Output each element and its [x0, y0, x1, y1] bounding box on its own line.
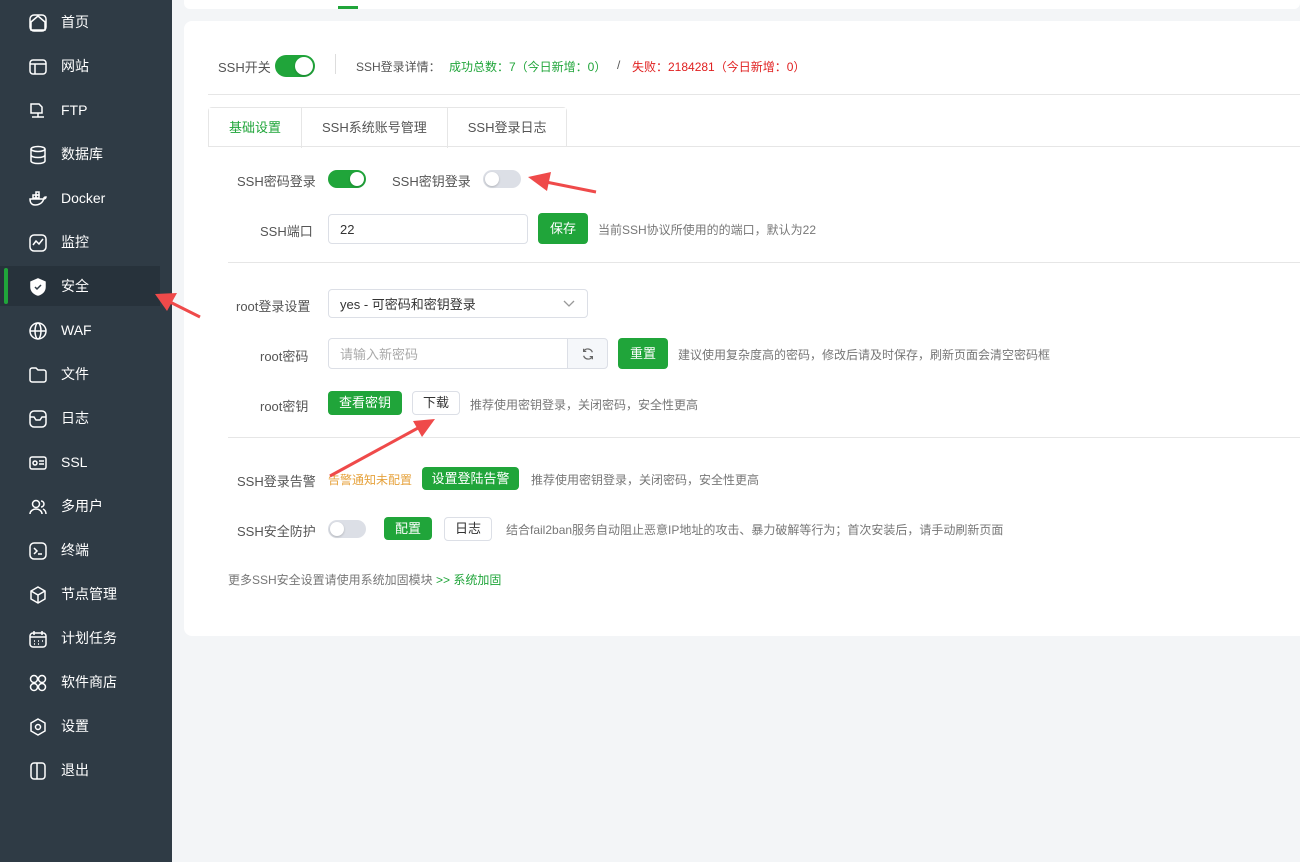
arrow-to-key-login — [528, 172, 597, 194]
arrow-to-security-menu — [155, 293, 201, 319]
annotation-arrows — [155, 172, 597, 478]
arrow-to-download — [329, 419, 435, 478]
